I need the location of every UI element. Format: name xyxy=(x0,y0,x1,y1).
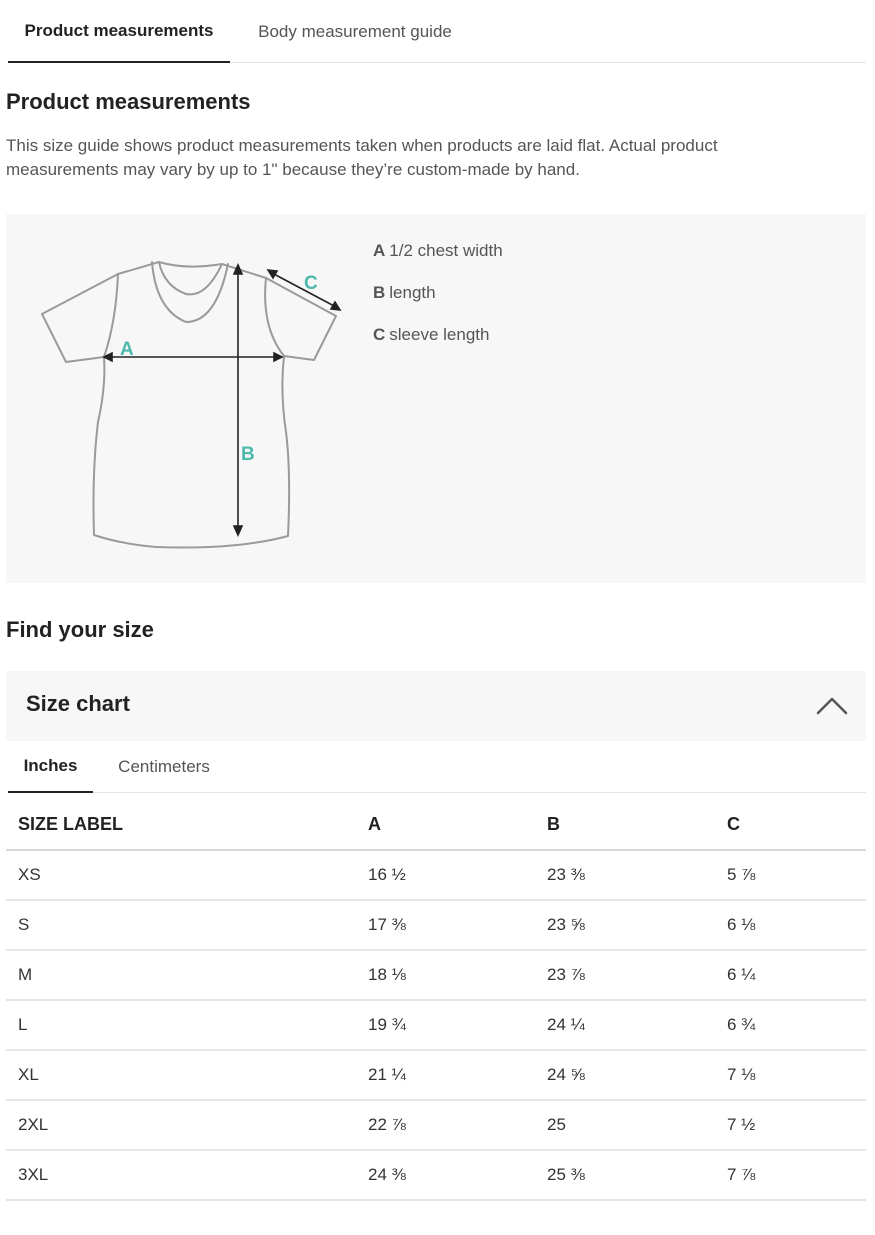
legend-item-c: Csleeve length xyxy=(373,324,503,366)
size-label-cell: M xyxy=(6,950,356,1001)
table-row: L 19 ¾ 24 ¼ 6 ¾ xyxy=(6,1000,866,1051)
tab-body-measurement-guide[interactable]: Body measurement guide xyxy=(230,0,480,63)
tab-inches[interactable]: Inches xyxy=(8,741,93,793)
marker-b: B xyxy=(241,444,255,465)
measurement-diagram: A B C A 1/2 chest width Blength Csleeve l… xyxy=(6,214,866,583)
measurement-c-cell: 5 ⅞ xyxy=(715,850,866,901)
measurement-tabs: Product measurements Body measurement gu… xyxy=(8,0,866,63)
legend-item-b: Blength xyxy=(373,282,503,324)
legend-text: sleeve length xyxy=(389,325,490,344)
size-chart-accordion-header[interactable]: Size chart xyxy=(6,671,866,741)
marker-a: A xyxy=(120,339,134,360)
column-header-c: C xyxy=(715,800,866,851)
measurement-a-cell: 16 ½ xyxy=(356,850,535,901)
table-row: M 18 ⅛ 23 ⅞ 6 ¼ xyxy=(6,950,866,1001)
measurement-c-cell: 6 ⅛ xyxy=(715,900,866,951)
legend-key: B xyxy=(373,283,386,302)
measurement-b-cell: 23 ⅜ xyxy=(535,850,715,901)
measurement-b-cell: 25 xyxy=(535,1100,715,1151)
measurement-c-cell: 6 ¾ xyxy=(715,1000,866,1051)
marker-c: C xyxy=(304,273,318,294)
table-row: XL 21 ¼ 24 ⅝ 7 ⅛ xyxy=(6,1050,866,1101)
measurement-a-cell: 24 ⅜ xyxy=(356,1150,535,1201)
table-row: 2XL 22 ⅞ 25 7 ½ xyxy=(6,1100,866,1151)
legend-item-a: A 1/2 chest width xyxy=(373,240,503,282)
unit-tabs: Inches Centimeters xyxy=(8,741,866,793)
column-header-b: B xyxy=(535,800,715,851)
measurement-b-cell: 24 ¼ xyxy=(535,1000,715,1051)
table-row: XS 16 ½ 23 ⅜ 5 ⅞ xyxy=(6,850,866,901)
table-row: S 17 ⅜ 23 ⅝ 6 ⅛ xyxy=(6,900,866,951)
measurement-b-cell: 23 ⅝ xyxy=(535,900,715,951)
measurement-a-cell: 21 ¼ xyxy=(356,1050,535,1101)
size-chart-title: Size chart xyxy=(26,691,130,716)
measurement-c-cell: 7 ⅞ xyxy=(715,1150,866,1201)
column-header-size-label: SIZE LABEL xyxy=(6,800,356,851)
size-label-cell: L xyxy=(6,1000,356,1051)
legend-key: A xyxy=(373,241,386,260)
measurement-b-cell: 25 ⅜ xyxy=(535,1150,715,1201)
measurement-c-cell: 7 ½ xyxy=(715,1100,866,1151)
size-label-cell: XS xyxy=(6,850,356,901)
size-label-cell: S xyxy=(6,900,356,951)
measurement-b-cell: 23 ⅞ xyxy=(535,950,715,1001)
legend-text: length xyxy=(389,283,436,302)
measurement-c-cell: 6 ¼ xyxy=(715,950,866,1001)
tshirt-illustration: A B C xyxy=(41,261,342,549)
find-your-size-heading: Find your size xyxy=(6,617,154,642)
legend-key: C xyxy=(373,325,386,344)
measurement-legend: A 1/2 chest width Blength Csleeve length xyxy=(373,240,503,366)
column-header-a: A xyxy=(356,800,535,851)
measurement-a-cell: 18 ⅛ xyxy=(356,950,535,1001)
table-header-row: SIZE LABEL A B C xyxy=(6,800,866,851)
size-label-cell: XL xyxy=(6,1050,356,1101)
size-label-cell: 3XL xyxy=(6,1150,356,1201)
legend-text: 1/2 chest width xyxy=(389,241,503,260)
table-row: 3XL 24 ⅜ 25 ⅜ 7 ⅞ xyxy=(6,1150,866,1201)
measurement-b-cell: 24 ⅝ xyxy=(535,1050,715,1101)
measurement-c-cell: 7 ⅛ xyxy=(715,1050,866,1101)
tab-centimeters[interactable]: Centimeters xyxy=(93,741,235,793)
tab-product-measurements[interactable]: Product measurements xyxy=(8,0,230,63)
measurement-a-cell: 22 ⅞ xyxy=(356,1100,535,1151)
size-label-cell: 2XL xyxy=(6,1100,356,1151)
measurement-a-cell: 19 ¾ xyxy=(356,1000,535,1051)
chevron-up-icon[interactable] xyxy=(816,695,848,715)
size-guide-description: This size guide shows product measuremen… xyxy=(6,136,718,179)
measurement-a-cell: 17 ⅜ xyxy=(356,900,535,951)
size-table: SIZE LABEL A B C XS 16 ½ 23 ⅜ 5 ⅞ S 17 ⅜… xyxy=(6,800,866,1201)
page-title: Product measurements xyxy=(6,89,251,114)
